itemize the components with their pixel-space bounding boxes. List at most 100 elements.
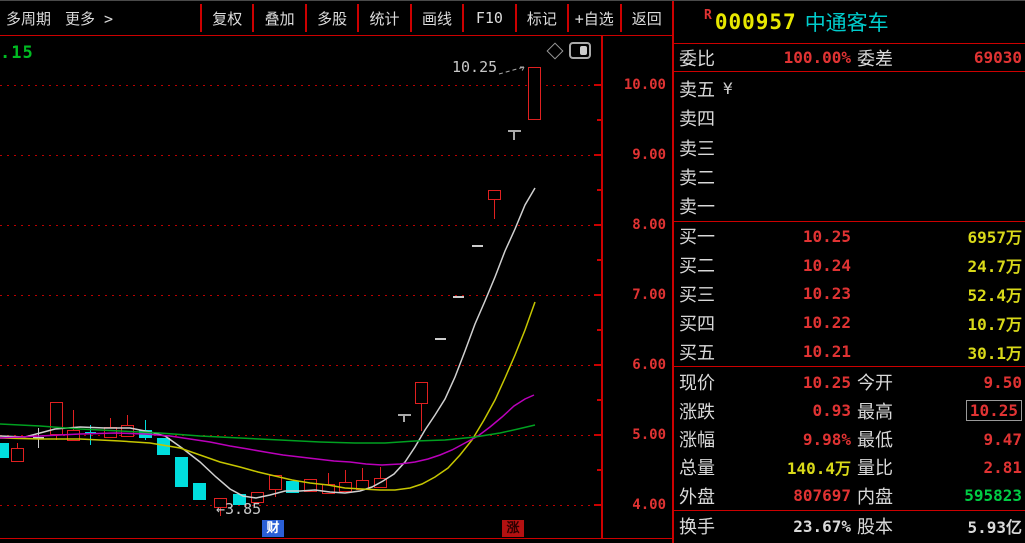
stat-row-pct-low: 涨幅 9.98% 最低 9.47 (674, 425, 1025, 453)
candle-body (322, 484, 335, 494)
price-gridline (0, 505, 601, 506)
candle-tee-stem (513, 130, 515, 140)
sell-row-4[interactable]: 卖四 (674, 103, 1025, 132)
candle-body (528, 67, 541, 120)
candle-cross-bar (33, 437, 44, 439)
candle-body (104, 427, 117, 438)
pct-change: 9.98% (744, 430, 851, 449)
panel-toggle-icon[interactable] (569, 42, 591, 59)
stat-row-price-open: 现价 10.25 今开 9.50 (674, 368, 1025, 396)
outer-lots: 807697 (744, 486, 851, 505)
stock-header: R 000957 中通客车 (674, 0, 1025, 43)
margin-flag: R (704, 8, 712, 23)
toolbar-button-tongji[interactable]: 统计 (357, 4, 409, 32)
toolbar-buttons: 复权 叠加 多股 统计 画线 F10 标记 +自选 返回 (200, 4, 672, 32)
candle-body (304, 479, 317, 492)
buy-row-1[interactable]: 买一 10.25 6957万 (674, 222, 1025, 251)
toolbar: 多周期 更多 > 复权 叠加 多股 统计 画线 F10 标记 +自选 返回 (0, 1, 672, 35)
candle-body (67, 430, 80, 441)
axis-tick (594, 294, 602, 296)
toolbar-button-f10[interactable]: F10 (462, 4, 514, 32)
menu-more[interactable]: 更多 > (65, 8, 113, 29)
quote-panel: R 000957 中通客车 委比 100.00% 委差 69030 卖五 ¥ 卖… (672, 0, 1025, 543)
weibi-row: 委比 100.00% 委差 69030 (674, 43, 1025, 72)
low-price-annotation: ←3.85 (216, 500, 261, 518)
axis-tick (594, 434, 602, 436)
stat-row-volume-ratio: 总量 140.4万 量比 2.81 (674, 453, 1025, 481)
buy-levels: 买一 10.25 6957万 买二 10.24 24.7万 买三 10.23 5… (674, 222, 1025, 366)
share-capital: 5.93亿 (912, 514, 1022, 538)
candle-dash (435, 338, 446, 340)
axis-minor-tick (597, 259, 602, 261)
toolbar-button-fanhui[interactable]: 返回 (620, 4, 672, 32)
axis-minor-tick (597, 469, 602, 471)
price-axis-label: 6.00 (611, 357, 666, 373)
open-price: 9.50 (912, 373, 1022, 392)
high-price-annotation: 10.25 (452, 58, 497, 76)
candle-body (269, 475, 282, 490)
price-gridline (0, 225, 601, 226)
axis-tick (594, 364, 602, 366)
ma-lines (0, 36, 601, 539)
sell-levels: 卖五 ¥ 卖四 卖三 卖二 卖一 (674, 74, 1025, 221)
current-price: 10.25 (744, 373, 851, 392)
candle-body (175, 457, 188, 487)
price-axis-label: 4.00 (611, 497, 666, 513)
price-gridline (0, 85, 601, 86)
candle-body (374, 478, 387, 488)
weicha-label: 委差 (857, 45, 893, 71)
chart-plot[interactable]: .15 10.25 ←3.85财 涨 (0, 36, 601, 539)
price-gridline (0, 365, 601, 366)
axis-tick (594, 84, 602, 86)
buy-row-5[interactable]: 买五 10.21 30.1万 (674, 337, 1025, 366)
candle-body (415, 382, 428, 404)
toolbar-button-biaoji[interactable]: 标记 (515, 4, 567, 32)
turnover-rate: 23.67% (744, 517, 851, 536)
sell-row-2[interactable]: 卖二 (674, 162, 1025, 191)
weicha-value: 69030 (912, 48, 1022, 67)
trading-terminal: 多周期 更多 > 复权 叠加 多股 统计 画线 F10 标记 +自选 返回 .1… (0, 0, 1025, 543)
menu-multi-period[interactable]: 多周期 (6, 8, 51, 29)
candle-cross-bar (85, 432, 96, 434)
axis-minor-tick (597, 189, 602, 191)
axis-minor-tick (597, 399, 602, 401)
weibi-value: 100.00% (744, 48, 851, 67)
price-axis-label: 8.00 (611, 217, 666, 233)
axis-tick (594, 224, 602, 226)
candle-body (11, 448, 24, 462)
low-price: 9.47 (912, 430, 1022, 449)
panel-divider (674, 366, 1025, 367)
buy-row-4[interactable]: 买四 10.22 10.7万 (674, 308, 1025, 337)
ma-value-corner-label: .15 (0, 43, 34, 63)
axis-minor-tick (597, 119, 602, 121)
toolbar-button-fuquan[interactable]: 复权 (200, 4, 252, 32)
price-change: 0.93 (744, 401, 851, 420)
candle-body (50, 402, 63, 435)
buy-row-3[interactable]: 买三 10.23 52.4万 (674, 280, 1025, 309)
toolbar-button-huaxian[interactable]: 画线 (410, 4, 462, 32)
high-annotation-arrow (499, 67, 524, 74)
sell-row-3[interactable]: 卖三 (674, 133, 1025, 162)
axis-tick (594, 154, 602, 156)
diamond-marker-icon[interactable] (547, 43, 564, 60)
stock-name: 中通客车 (805, 7, 889, 37)
volume-ratio: 2.81 (912, 458, 1022, 477)
finance-report-badge[interactable]: 财 (262, 520, 284, 537)
sell-row-5[interactable]: 卖五 ¥ (674, 74, 1025, 103)
weibi-label: 委比 (674, 45, 715, 71)
sell-row-1[interactable]: 卖一 (674, 192, 1025, 221)
price-axis-label: 9.00 (611, 147, 666, 163)
candle-dash (453, 296, 464, 298)
total-volume: 140.4万 (744, 455, 851, 479)
stat-row-turnover-shares: 换手 23.67% 股本 5.93亿 (674, 511, 1025, 541)
toolbar-button-duogu[interactable]: 多股 (305, 4, 357, 32)
candle-dash (472, 245, 483, 247)
toolbar-button-zixuan[interactable]: +自选 (567, 4, 619, 32)
candle-body (0, 443, 9, 458)
stats-block: 现价 10.25 今开 9.50 涨跌 0.93 最高 10.25 涨幅 9.9… (674, 368, 1025, 510)
ma-green (0, 424, 535, 443)
high-price: 10.25 (966, 400, 1022, 421)
buy-row-2[interactable]: 买二 10.24 24.7万 (674, 251, 1025, 280)
toolbar-button-diejia[interactable]: 叠加 (252, 4, 304, 32)
limit-up-badge[interactable]: 涨 (502, 520, 524, 537)
